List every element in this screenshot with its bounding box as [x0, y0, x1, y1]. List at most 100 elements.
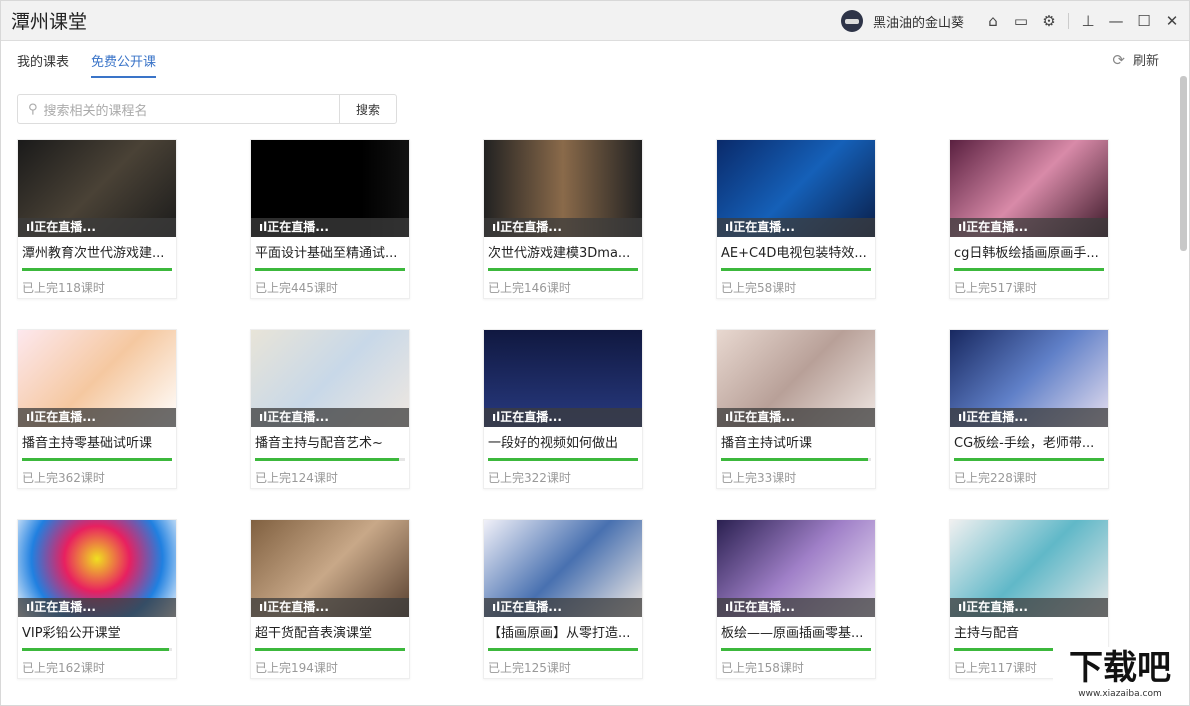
course-title[interactable]: 主持与配音: [950, 617, 1108, 641]
live-label: 正在直播...: [966, 220, 1028, 234]
course-card[interactable]: ıl正在直播... 播音主持与配音艺术~ 已上完124课时: [250, 329, 410, 489]
search-placeholder: 搜索相关的课程名: [43, 103, 148, 119]
search-button[interactable]: 搜索: [340, 95, 396, 123]
scrollbar[interactable]: [1180, 76, 1187, 251]
course-title[interactable]: 板绘——原画插画零基...: [717, 617, 875, 641]
course-thumbnail[interactable]: ıl正在直播...: [251, 140, 409, 237]
course-thumbnail[interactable]: ıl正在直播...: [484, 520, 642, 617]
live-badge: ıl正在直播...: [18, 598, 176, 617]
course-title[interactable]: CG板绘-手绘，老师带...: [950, 427, 1108, 451]
live-badge: ıl正在直播...: [950, 218, 1108, 237]
course-thumbnail[interactable]: ıl正在直播...: [717, 330, 875, 427]
tab-bar: 我的课表 免费公开课: [17, 51, 157, 78]
course-thumbnail[interactable]: ıl正在直播...: [484, 330, 642, 427]
course-title[interactable]: 平面设计基础至精通试...: [251, 237, 409, 261]
live-signal-icon: ıl: [26, 600, 35, 614]
live-badge: ıl正在直播...: [950, 408, 1108, 427]
refresh-button[interactable]: ⟳ 刷新: [1112, 50, 1159, 70]
live-badge: ıl正在直播...: [484, 598, 642, 617]
course-card[interactable]: ıl正在直播... 一段好的视频如何做出 已上完322课时: [483, 329, 643, 489]
course-card[interactable]: ıl正在直播... 平面设计基础至精通试... 已上完445课时: [250, 139, 410, 299]
live-label: 正在直播...: [500, 600, 562, 614]
home-icon[interactable]: ⌂: [984, 12, 1002, 30]
course-title[interactable]: 潭州教育次世代游戏建...: [18, 237, 176, 261]
live-badge: ıl正在直播...: [717, 598, 875, 617]
live-signal-icon: ıl: [259, 600, 268, 614]
live-badge: ıl正在直播...: [950, 598, 1108, 617]
avatar[interactable]: [840, 10, 863, 32]
live-label: 正在直播...: [267, 220, 329, 234]
course-title[interactable]: 次世代游戏建模3Dma...: [484, 237, 642, 261]
live-signal-icon: ıl: [492, 600, 501, 614]
save-icon[interactable]: ▭: [1012, 12, 1030, 30]
course-card[interactable]: ıl正在直播... 次世代游戏建模3Dma... 已上完146课时: [483, 139, 643, 299]
course-card[interactable]: ıl正在直播... 板绘——原画插画零基... 已上完158课时: [716, 519, 876, 679]
tab-my-schedule[interactable]: 我的课表: [17, 51, 69, 78]
live-signal-icon: ıl: [958, 600, 967, 614]
refresh-icon: ⟳: [1112, 50, 1125, 69]
gear-icon[interactable]: ⚙: [1040, 12, 1058, 30]
live-signal-icon: ıl: [725, 410, 734, 424]
course-thumbnail[interactable]: ıl正在直播...: [950, 330, 1108, 427]
course-thumbnail[interactable]: ıl正在直播...: [18, 330, 176, 427]
course-title[interactable]: cg日韩板绘插画原画手...: [950, 237, 1108, 261]
lesson-count: 已上完33课时: [721, 471, 797, 485]
username[interactable]: 黑油油的金山葵: [873, 12, 964, 31]
course-thumbnail[interactable]: ıl正在直播...: [717, 140, 875, 237]
live-label: 正在直播...: [733, 220, 795, 234]
live-label: 正在直播...: [267, 410, 329, 424]
close-icon[interactable]: ✕: [1163, 12, 1181, 30]
course-thumbnail[interactable]: ıl正在直播...: [18, 520, 176, 617]
course-thumbnail[interactable]: ıl正在直播...: [251, 520, 409, 617]
course-card[interactable]: ıl正在直播... AE+C4D电视包装特效... 已上完58课时: [716, 139, 876, 299]
title-bar: 潭州课堂 黑油油的金山葵 ⌂ ▭ ⚙ ⊥ — ☐ ✕: [1, 1, 1189, 41]
maximize-icon[interactable]: ☐: [1135, 12, 1153, 30]
lesson-count: 已上完362课时: [22, 471, 105, 485]
live-badge: ıl正在直播...: [484, 218, 642, 237]
live-badge: ıl正在直播...: [717, 218, 875, 237]
course-card[interactable]: ıl正在直播... 潭州教育次世代游戏建... 已上完118课时: [17, 139, 177, 299]
course-title[interactable]: 一段好的视频如何做出: [484, 427, 642, 451]
live-signal-icon: ıl: [492, 410, 501, 424]
lesson-count: 已上完124课时: [255, 471, 338, 485]
course-card[interactable]: ıl正在直播... 播音主持零基础试听课 已上完362课时: [17, 329, 177, 489]
refresh-label: 刷新: [1132, 54, 1159, 69]
course-card[interactable]: ıl正在直播... cg日韩板绘插画原画手... 已上完517课时: [949, 139, 1109, 299]
live-label: 正在直播...: [500, 220, 562, 234]
live-label: 正在直播...: [733, 410, 795, 424]
live-label: 正在直播...: [966, 410, 1028, 424]
course-title[interactable]: 播音主持试听课: [717, 427, 875, 451]
lesson-count: 已上完517课时: [954, 281, 1037, 295]
course-thumbnail[interactable]: ıl正在直播...: [18, 140, 176, 237]
lesson-count: 已上完162课时: [22, 661, 105, 675]
course-thumbnail[interactable]: ıl正在直播...: [950, 140, 1108, 237]
course-thumbnail[interactable]: ıl正在直播...: [251, 330, 409, 427]
watermark-logo: 下载吧 www.xiazaiba.com: [1053, 647, 1187, 703]
course-title[interactable]: 【插画原画】从零打造...: [484, 617, 642, 641]
lesson-count: 已上完158课时: [721, 661, 804, 675]
search-box: ⚲ 搜索相关的课程名 搜索: [17, 94, 397, 124]
live-signal-icon: ıl: [26, 220, 35, 234]
tab-free-courses[interactable]: 免费公开课: [91, 51, 157, 78]
course-card[interactable]: ıl正在直播... CG板绘-手绘，老师带... 已上完228课时: [949, 329, 1109, 489]
course-thumbnail[interactable]: ıl正在直播...: [950, 520, 1108, 617]
course-thumbnail[interactable]: ıl正在直播...: [484, 140, 642, 237]
course-title[interactable]: AE+C4D电视包装特效...: [717, 237, 875, 261]
search-input[interactable]: ⚲ 搜索相关的课程名: [18, 95, 340, 123]
course-card[interactable]: ıl正在直播... VIP彩铅公开课堂 已上完162课时: [17, 519, 177, 679]
live-label: 正在直播...: [34, 410, 96, 424]
course-card[interactable]: ıl正在直播... 超干货配音表演课堂 已上完194课时: [250, 519, 410, 679]
divider: [1068, 13, 1069, 29]
course-card[interactable]: ıl正在直播... 【插画原画】从零打造... 已上完125课时: [483, 519, 643, 679]
app-title: 潭州课堂: [11, 11, 88, 33]
minimize-icon[interactable]: —: [1107, 12, 1125, 30]
course-title[interactable]: 播音主持与配音艺术~: [251, 427, 409, 451]
pin-icon[interactable]: ⊥: [1079, 12, 1097, 30]
course-thumbnail[interactable]: ıl正在直播...: [717, 520, 875, 617]
course-title[interactable]: 播音主持零基础试听课: [18, 427, 176, 451]
live-signal-icon: ıl: [725, 220, 734, 234]
course-card[interactable]: ıl正在直播... 播音主持试听课 已上完33课时: [716, 329, 876, 489]
course-title[interactable]: VIP彩铅公开课堂: [18, 617, 176, 641]
course-title[interactable]: 超干货配音表演课堂: [251, 617, 409, 641]
course-grid: ıl正在直播... 潭州教育次世代游戏建... 已上完118课时 ıl正在直播.…: [17, 139, 1109, 679]
